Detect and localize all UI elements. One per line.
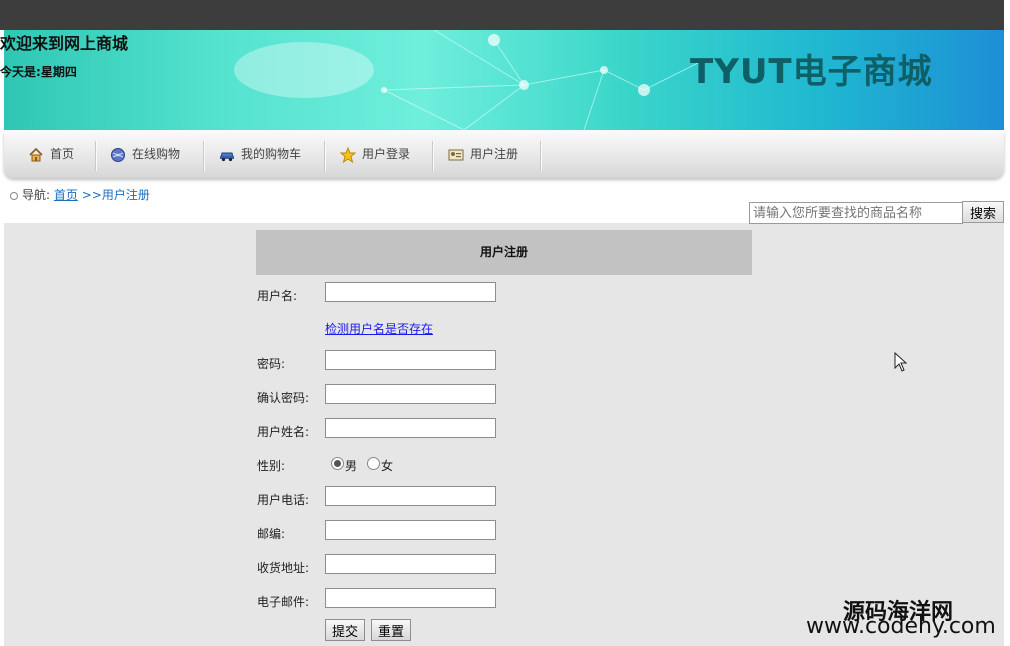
nav-item-login[interactable]: 用户登录 (340, 131, 410, 178)
nav-item-home[interactable]: 首页 (28, 131, 74, 178)
weekday-text: 星期四 (40, 65, 77, 79)
gender-option-female: 女 (381, 459, 394, 473)
nav-separator (203, 141, 205, 171)
gender-label: 性别: (257, 459, 286, 473)
nav-label-shop: 在线购物 (132, 147, 181, 161)
breadcrumb-current: >>用户注册 (81, 188, 150, 202)
today-label: 今天是: (0, 65, 41, 79)
nav-item-shop[interactable]: 在线购物 (110, 131, 180, 178)
realname-label: 用户姓名: (257, 425, 310, 439)
breadcrumb-bullet-icon (10, 191, 18, 200)
main-nav: 首页 在线购物 我的购物车 用户登录 用户注册 (4, 131, 1004, 178)
nav-item-register[interactable]: 用户注册 (448, 131, 518, 178)
top-bar (0, 0, 1004, 30)
main-content-area (4, 223, 1004, 646)
reset-button[interactable]: 重置 (371, 619, 412, 641)
phone-label: 用户电话: (257, 493, 310, 507)
breadcrumb-prefix: 导航: (22, 188, 51, 202)
id-card-icon (448, 149, 464, 160)
realname-field[interactable] (325, 418, 496, 438)
nav-separator (432, 141, 434, 171)
email-label: 电子邮件: (257, 595, 310, 609)
zip-field[interactable] (325, 520, 496, 540)
email-field[interactable] (325, 588, 496, 608)
breadcrumb-home-link[interactable]: 首页 (54, 188, 78, 202)
welcome-text: 欢迎来到网上商城 (0, 34, 129, 53)
home-icon (29, 147, 43, 161)
username-field[interactable] (325, 282, 496, 302)
globe-icon (111, 147, 125, 162)
gender-radio-male[interactable] (331, 457, 344, 470)
address-field[interactable] (325, 554, 496, 574)
check-username-link[interactable]: 检测用户名是否存在 (325, 320, 433, 337)
star-icon (340, 146, 356, 163)
nav-item-cart[interactable]: 我的购物车 (219, 131, 301, 178)
nav-label-cart: 我的购物车 (241, 147, 302, 161)
confirm-password-field[interactable] (325, 384, 496, 404)
username-label: 用户名: (257, 289, 298, 303)
watermark-site-url: www.codehy.com (806, 614, 996, 639)
search-input[interactable] (749, 202, 963, 224)
address-label: 收货地址: (257, 561, 310, 575)
nav-label-login: 用户登录 (362, 147, 411, 161)
gender-radio-female[interactable] (367, 457, 380, 470)
nav-separator (324, 141, 326, 171)
car-icon (220, 152, 234, 161)
confirm-password-label: 确认密码: (257, 391, 310, 405)
gender-option-male: 男 (345, 459, 358, 473)
submit-button[interactable]: 提交 (325, 619, 366, 641)
breadcrumb: 导航: 首页 >>用户注册 (10, 186, 150, 203)
nav-separator (95, 141, 97, 171)
mouse-cursor-icon (894, 352, 908, 372)
zip-label: 邮编: (257, 527, 286, 541)
nav-separator (540, 141, 542, 171)
nav-label-register: 用户注册 (470, 147, 519, 161)
password-field[interactable] (325, 350, 496, 370)
today-line: 今天是:星期四 (0, 63, 77, 80)
search-button[interactable]: 搜索 (962, 201, 1004, 223)
password-label: 密码: (257, 357, 286, 371)
form-title: 用户注册 (256, 230, 752, 275)
nav-label-home: 首页 (50, 147, 75, 161)
phone-field[interactable] (325, 486, 496, 506)
brand-title: TYUT电子商城 (690, 52, 933, 92)
